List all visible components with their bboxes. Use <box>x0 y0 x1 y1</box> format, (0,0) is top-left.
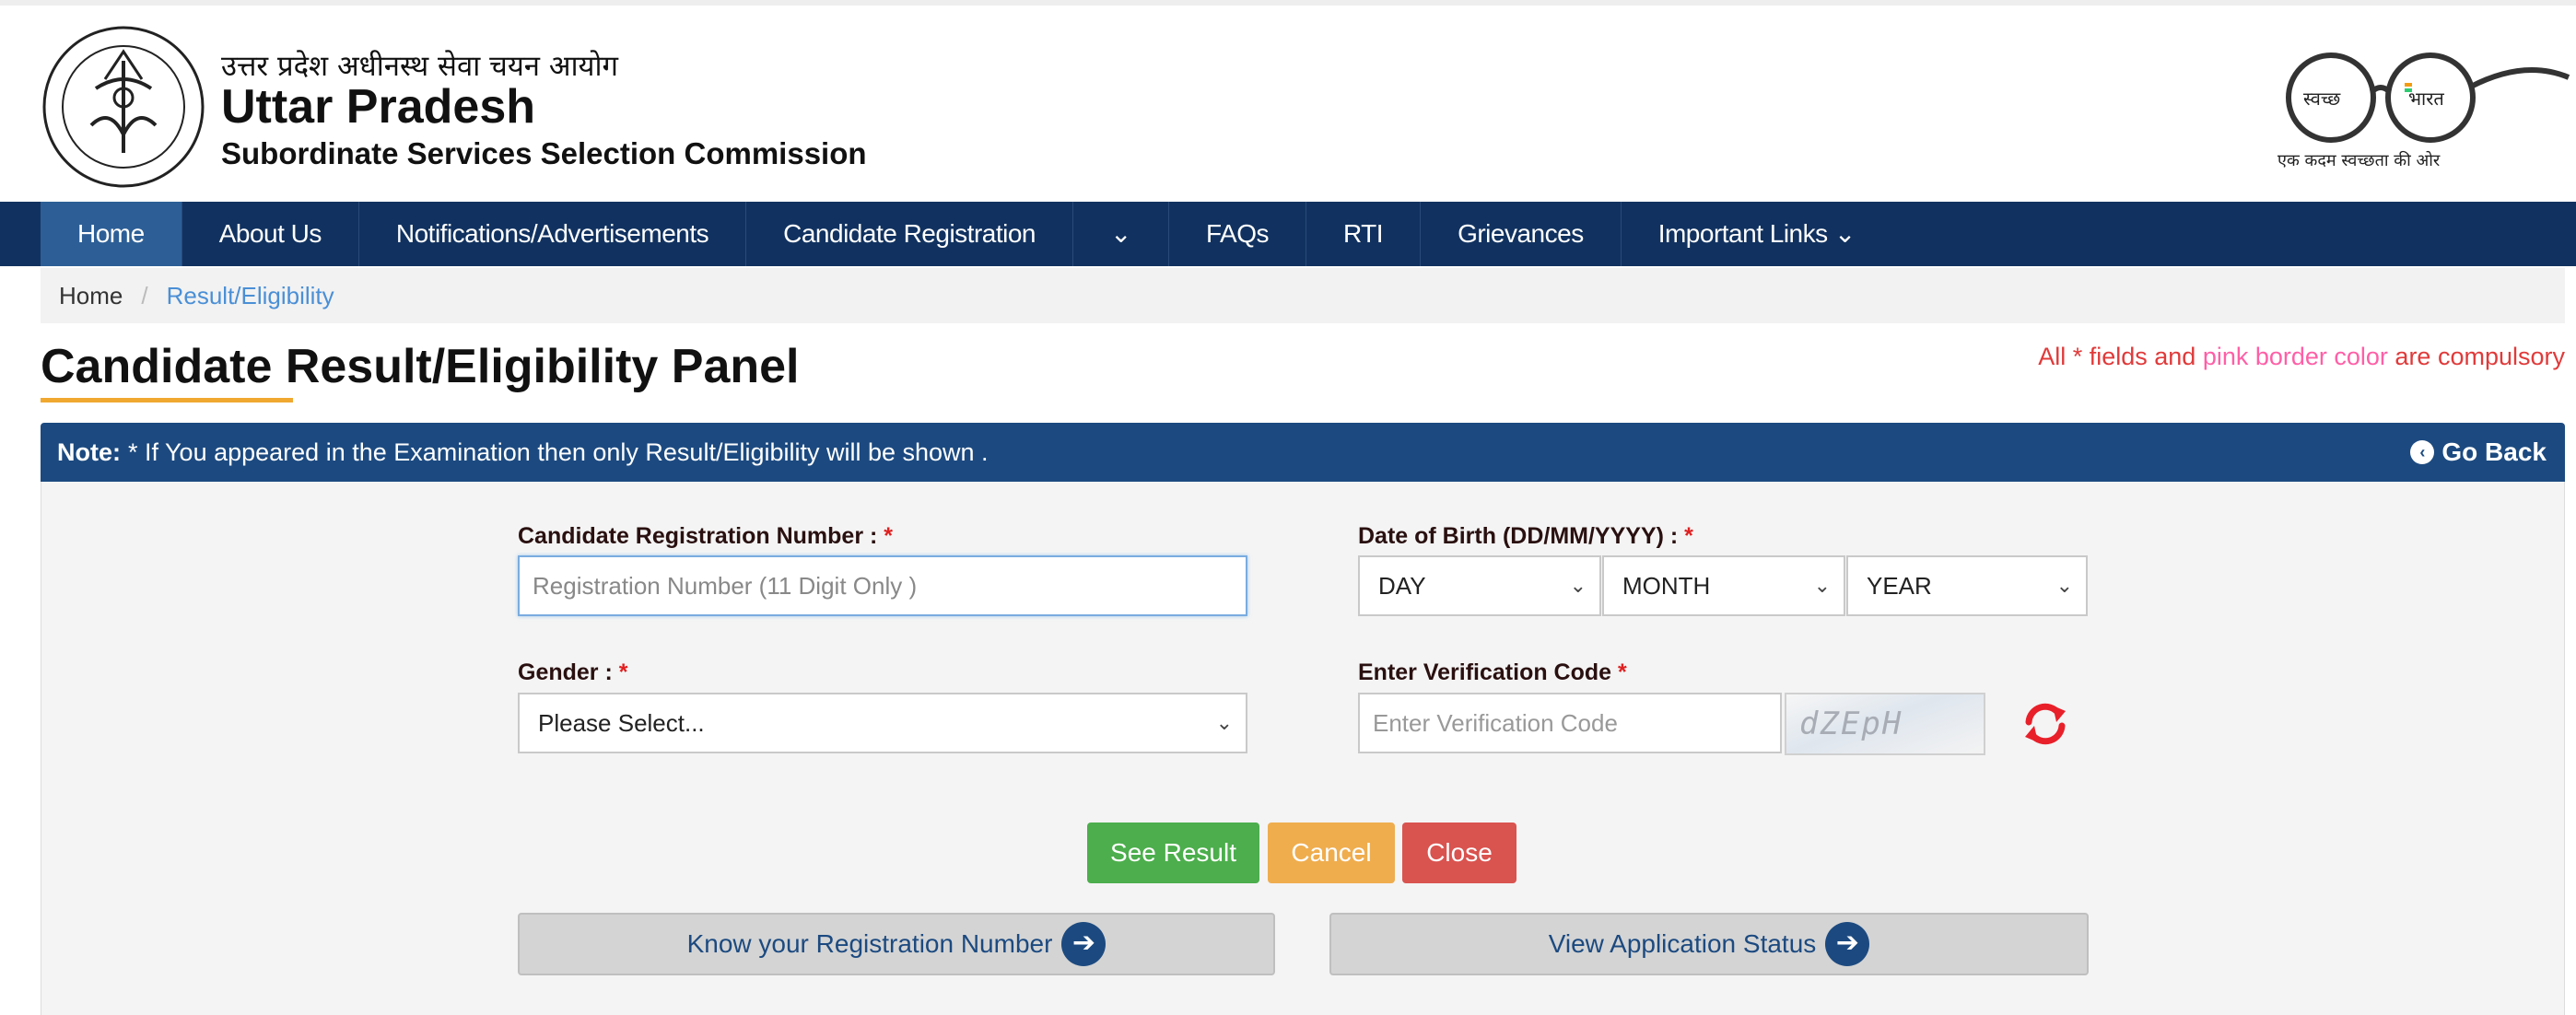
breadcrumb: Home / Result/Eligibility <box>41 268 2565 323</box>
chevron-down-icon: ⌄ <box>1215 711 1233 734</box>
org-subtitle: Subordinate Services Selection Commissio… <box>221 136 867 170</box>
verification-code-input[interactable]: Enter Verification Code <box>1358 693 1782 753</box>
nav-candidate-registration[interactable]: Candidate Registration <box>746 202 1073 266</box>
registration-number-label: Candidate Registration Number : * <box>518 523 893 549</box>
gender-label: Gender : * <box>518 659 628 685</box>
know-registration-number-button[interactable]: Know your Registration Number ➔ <box>518 913 1275 975</box>
breadcrumb-current[interactable]: Result/Eligibility <box>167 282 334 310</box>
cancel-button[interactable]: Cancel <box>1268 822 1395 883</box>
go-back-link[interactable]: ‹ Go Back <box>2410 423 2547 482</box>
svg-text:स्वच्छ: स्वच्छ <box>2303 88 2341 110</box>
swachh-bharat-logo: स्वच्छ भारत एक कदम स्वच्छता की ओर <box>2277 52 2570 170</box>
go-back-label: Go Back <box>2441 438 2547 466</box>
arrow-right-circle-icon: ➔ <box>1061 922 1107 966</box>
svg-text:एक कदम स्वच्छता की ओर: एक कदम स्वच्छता की ओर <box>2277 150 2441 170</box>
close-button[interactable]: Close <box>1402 822 1516 883</box>
chevron-down-icon: ⌄ <box>1569 574 1587 597</box>
nav-notifications[interactable]: Notifications/Advertisements <box>359 202 747 266</box>
dob-year-select[interactable]: YEAR ⌄ <box>1846 555 2088 616</box>
compulsory-notice: All * fields and pink border color are c… <box>2038 343 2565 370</box>
nav-grievances[interactable]: Grievances <box>1421 202 1622 266</box>
know-registration-number-label: Know your Registration Number <box>686 929 1053 958</box>
chevron-down-icon: ⌄ <box>1813 574 1831 597</box>
view-application-status-label: View Application Status <box>1548 929 1817 958</box>
nav-faqs[interactable]: FAQs <box>1169 202 1306 266</box>
note-bar: Note: * If You appeared in the Examinati… <box>41 423 2565 482</box>
view-application-status-button[interactable]: View Application Status ➔ <box>1329 913 2089 975</box>
form-panel <box>41 482 2565 1015</box>
nav-registration-dropdown[interactable]: ⌄ <box>1073 202 1169 266</box>
nav-important-links[interactable]: Important Links ⌄ <box>1622 202 1892 266</box>
captcha-image: dZEpH <box>1785 693 1985 755</box>
nav-home[interactable]: Home <box>41 202 182 266</box>
arrow-right-circle-icon: ➔ <box>1825 922 1870 966</box>
chevron-left-icon: ‹ <box>2410 440 2435 464</box>
gender-select[interactable]: Please Select... ⌄ <box>518 693 1247 753</box>
verification-label: Enter Verification Code * <box>1358 659 1627 685</box>
breadcrumb-home[interactable]: Home <box>59 282 123 310</box>
nav-about-us[interactable]: About Us <box>182 202 359 266</box>
site-header: उत्तर प्रदेश अधीनस्थ सेवा चयन आयोग Uttar… <box>0 6 2576 202</box>
title-underline <box>41 398 293 402</box>
note-text: * If You appeared in the Examination the… <box>128 438 989 466</box>
note-label: Note: <box>57 438 121 466</box>
dob-month-select[interactable]: MONTH ⌄ <box>1602 555 1845 616</box>
up-emblem-logo <box>42 26 205 188</box>
refresh-icon[interactable] <box>2020 698 2071 750</box>
dob-label: Date of Birth (DD/MM/YYYY) : * <box>1358 523 1693 549</box>
chevron-down-icon: ⌄ <box>2055 574 2073 597</box>
org-title: Uttar Pradesh <box>221 80 535 134</box>
nav-rti[interactable]: RTI <box>1306 202 1422 266</box>
see-result-button[interactable]: See Result <box>1087 822 1259 883</box>
main-nav: Home About Us Notifications/Advertisemen… <box>0 202 2576 266</box>
svg-text:भारत: भारत <box>2408 88 2444 110</box>
dob-day-select[interactable]: DAY ⌄ <box>1358 555 1601 616</box>
page-title: Candidate Result/Eligibility Panel <box>41 340 800 393</box>
breadcrumb-separator: / <box>141 281 148 309</box>
registration-number-input[interactable]: Registration Number (11 Digit Only ) <box>518 555 1247 616</box>
